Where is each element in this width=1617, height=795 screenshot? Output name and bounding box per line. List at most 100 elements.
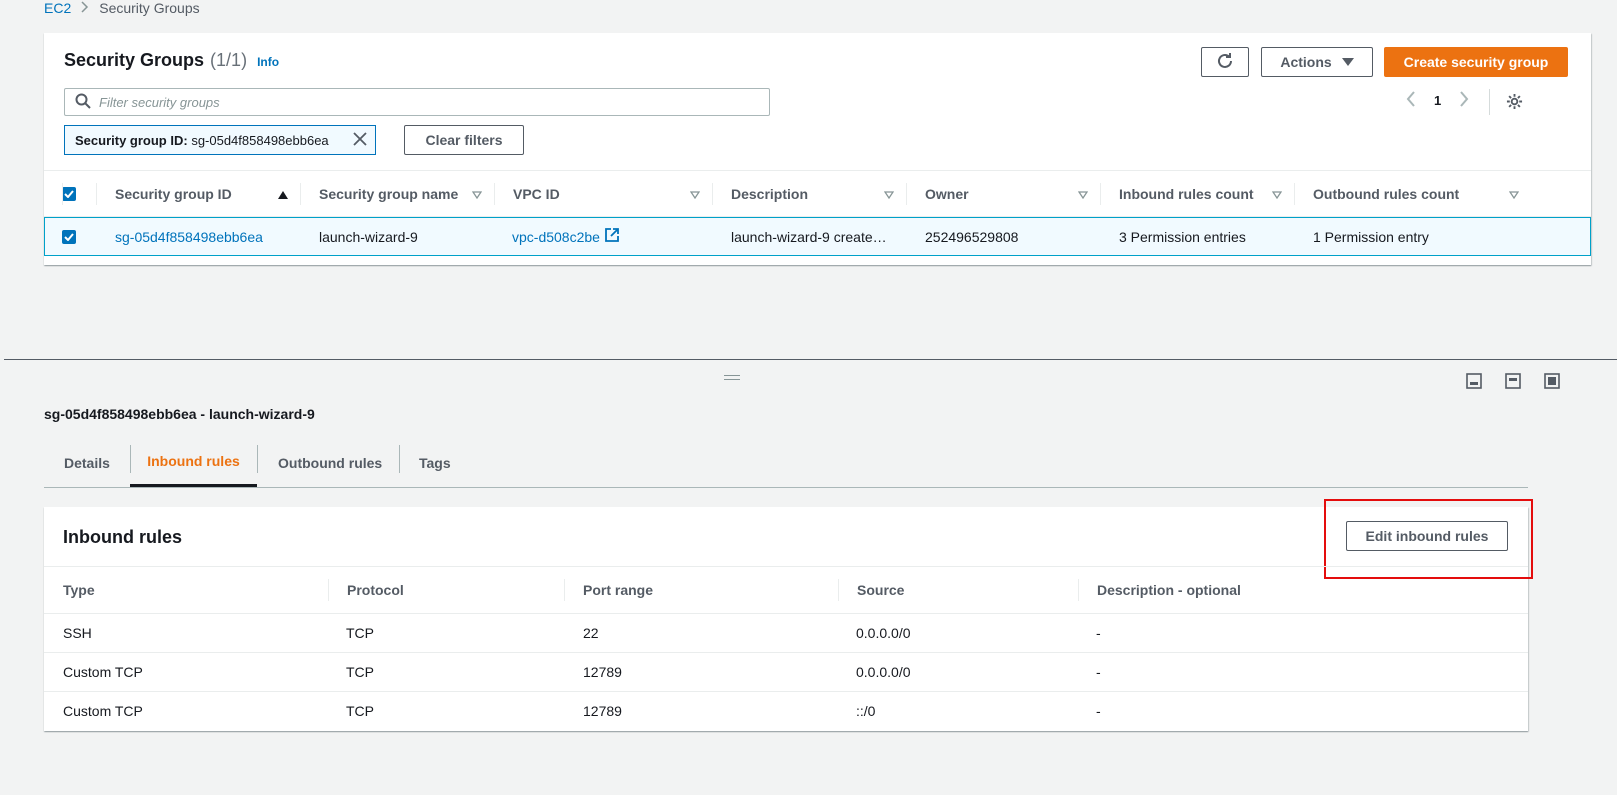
column-owner[interactable]: Owner bbox=[906, 171, 1100, 217]
panel-side-icon[interactable] bbox=[1505, 373, 1521, 392]
rules-column-description: Description - optional bbox=[1078, 567, 1241, 613]
chevron-left-icon[interactable] bbox=[1406, 91, 1416, 110]
column-security-group-name[interactable]: Security group name bbox=[300, 171, 494, 217]
selection-count: (1/1) bbox=[210, 50, 248, 70]
gear-icon[interactable] bbox=[1506, 93, 1523, 113]
create-security-group-button[interactable]: Create security group bbox=[1384, 47, 1568, 77]
table-row: Custom TCP TCP 12789 ::/0 - bbox=[44, 692, 1528, 731]
select-all-cell bbox=[62, 171, 76, 217]
refresh-button[interactable] bbox=[1201, 47, 1249, 77]
rule-protocol: TCP bbox=[346, 703, 374, 719]
rule-port: 12789 bbox=[583, 703, 622, 719]
sort-icon bbox=[883, 186, 895, 202]
table-header: Security group ID Security group name VP… bbox=[44, 170, 1591, 217]
breadcrumb-current: Security Groups bbox=[99, 0, 200, 16]
rule-protocol: TCP bbox=[346, 664, 374, 680]
caret-down-icon bbox=[1341, 58, 1354, 66]
table-row: Custom TCP TCP 12789 0.0.0.0/0 - bbox=[44, 653, 1528, 692]
refresh-icon bbox=[1216, 52, 1234, 73]
page-number[interactable]: 1 bbox=[1434, 93, 1441, 108]
sort-icon bbox=[1077, 186, 1089, 202]
rules-column-source: Source bbox=[837, 567, 904, 613]
rule-description: - bbox=[1096, 625, 1101, 641]
column-outbound-rules-count[interactable]: Outbound rules count bbox=[1294, 171, 1531, 217]
select-all-checkbox[interactable] bbox=[62, 187, 76, 201]
description-cell: launch-wizard-9 create… bbox=[731, 228, 887, 245]
row-checkbox[interactable] bbox=[62, 229, 76, 244]
breadcrumb: EC2 Security Groups bbox=[44, 0, 200, 16]
sort-icon bbox=[1508, 186, 1520, 202]
rule-source: 0.0.0.0/0 bbox=[856, 664, 911, 680]
pager-divider bbox=[1489, 89, 1490, 115]
rule-type: Custom TCP bbox=[63, 703, 143, 719]
rule-description: - bbox=[1096, 703, 1101, 719]
column-label: VPC ID bbox=[513, 186, 560, 202]
sort-icon bbox=[689, 186, 701, 202]
outbound-count-cell: 1 Permission entry bbox=[1313, 228, 1429, 245]
page-title: Security Groups bbox=[64, 50, 205, 70]
inbound-count-cell: 3 Permission entries bbox=[1119, 228, 1246, 245]
column-label: Outbound rules count bbox=[1313, 186, 1460, 202]
clear-filters-button[interactable]: Clear filters bbox=[404, 125, 524, 155]
column-label: Owner bbox=[925, 186, 969, 202]
table-row[interactable]: sg-05d4f858498ebb6ea launch-wizard-9 vpc… bbox=[44, 217, 1591, 256]
chevron-right-icon bbox=[81, 0, 89, 16]
column-description[interactable]: Description bbox=[712, 171, 906, 217]
column-label: Security group name bbox=[319, 186, 459, 202]
vpc-id-link[interactable]: vpc-d508c2be bbox=[512, 218, 619, 255]
tab-details[interactable]: Details bbox=[64, 438, 110, 487]
security-group-name: launch-wizard-9 bbox=[319, 228, 418, 245]
tab-inbound-rules[interactable]: Inbound rules bbox=[130, 438, 257, 487]
drag-handle-icon[interactable] bbox=[724, 375, 740, 383]
filter-token-key: Security group ID: bbox=[75, 132, 188, 148]
rules-column-protocol: Protocol bbox=[328, 567, 404, 613]
close-icon[interactable] bbox=[353, 131, 367, 149]
rule-type: Custom TCP bbox=[63, 664, 143, 680]
actions-button[interactable]: Actions bbox=[1261, 47, 1373, 77]
search-input[interactable] bbox=[99, 94, 769, 110]
tab-outbound-rules[interactable]: Outbound rules bbox=[278, 438, 382, 487]
filter-token-value: sg-05d4f858498ebb6ea bbox=[191, 132, 329, 148]
rules-column-port-range: Port range bbox=[563, 567, 653, 613]
panel-maximize-icon[interactable] bbox=[1544, 373, 1560, 392]
column-label: Description bbox=[731, 186, 809, 202]
inbound-rules-panel: Inbound rules Edit inbound rules Type Pr… bbox=[44, 499, 1533, 731]
row-select-cell bbox=[62, 218, 76, 255]
pagination: 1 bbox=[1406, 91, 1469, 110]
detail-title: sg-05d4f858498ebb6ea - launch-wizard-9 bbox=[44, 406, 315, 422]
inbound-rules-title: Inbound rules bbox=[63, 527, 182, 547]
search-icon bbox=[75, 93, 91, 112]
column-inbound-rules-count[interactable]: Inbound rules count bbox=[1100, 171, 1294, 217]
security-group-id-link[interactable]: sg-05d4f858498ebb6ea bbox=[115, 218, 263, 255]
column-label: Security group ID bbox=[115, 186, 232, 202]
sort-icon bbox=[1271, 186, 1283, 202]
table-row: SSH TCP 22 0.0.0.0/0 - bbox=[44, 614, 1528, 653]
filter-token: Security group ID: sg-05d4f858498ebb6ea bbox=[64, 125, 376, 155]
rule-source: ::/0 bbox=[856, 703, 876, 719]
panel-bottom-icon[interactable] bbox=[1466, 373, 1482, 392]
rule-source: 0.0.0.0/0 bbox=[856, 625, 911, 641]
rule-protocol: TCP bbox=[346, 625, 374, 641]
vpc-id-text: vpc-d508c2be bbox=[512, 228, 600, 245]
sort-ascending-icon bbox=[278, 186, 288, 202]
column-security-group-id[interactable]: Security group ID bbox=[96, 171, 300, 217]
column-vpc-id[interactable]: VPC ID bbox=[494, 171, 712, 217]
filter-token-text: Security group ID: sg-05d4f858498ebb6ea bbox=[75, 133, 329, 148]
info-link[interactable]: Info bbox=[257, 55, 279, 69]
edit-inbound-rules-button[interactable]: Edit inbound rules bbox=[1346, 521, 1508, 551]
rule-type: SSH bbox=[63, 625, 92, 641]
owner-cell: 252496529808 bbox=[925, 228, 1019, 245]
detail-tabs: Details Inbound rules Outbound rules Tag… bbox=[44, 438, 1528, 488]
security-groups-panel: Security Groups (1/1) Info Actions Creat… bbox=[44, 33, 1591, 265]
breadcrumb-ec2-link[interactable]: EC2 bbox=[44, 0, 71, 16]
split-panel-controls bbox=[1466, 373, 1560, 392]
rule-port: 12789 bbox=[583, 664, 622, 680]
rule-description: - bbox=[1096, 664, 1101, 680]
actions-label: Actions bbox=[1280, 54, 1332, 70]
rule-port: 22 bbox=[583, 625, 599, 641]
search-box bbox=[64, 88, 770, 116]
rules-table-header: Type Protocol Port range Source Descript… bbox=[44, 566, 1528, 614]
tab-tags[interactable]: Tags bbox=[419, 438, 451, 487]
chevron-right-icon[interactable] bbox=[1459, 91, 1469, 110]
panel-header: Security Groups (1/1) Info bbox=[64, 50, 279, 71]
